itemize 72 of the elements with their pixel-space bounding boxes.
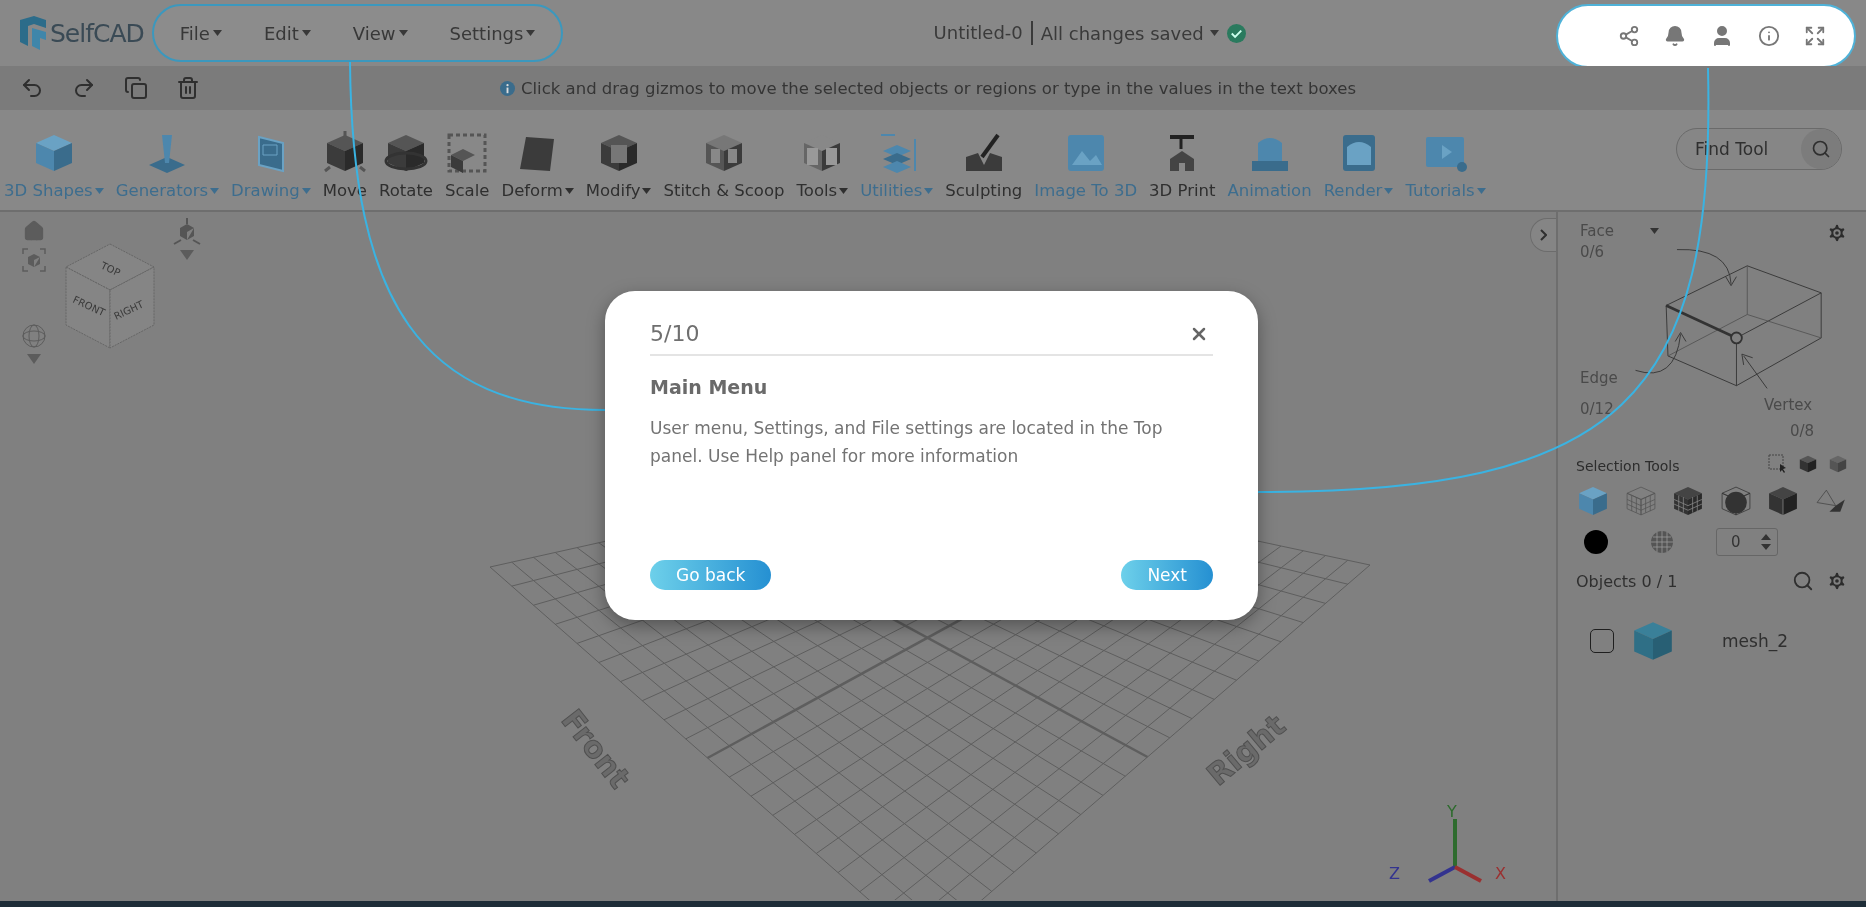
- menu-item[interactable]: View: [344, 18, 416, 48]
- caret-icon: [526, 30, 536, 36]
- tool-button[interactable]: Rotate: [379, 131, 433, 200]
- caret-icon: [212, 30, 222, 36]
- object-checkbox[interactable]: [1590, 629, 1614, 653]
- number-spinner[interactable]: 0: [1716, 528, 1778, 556]
- undo-icon[interactable]: [20, 76, 44, 100]
- back-button[interactable]: Go back: [650, 560, 772, 590]
- home-icon[interactable]: [23, 220, 45, 242]
- wireframe-cube-icon[interactable]: [1623, 484, 1658, 518]
- caret-icon: [301, 187, 311, 194]
- search-icon[interactable]: [1792, 570, 1814, 592]
- caret-icon: [301, 30, 311, 36]
- caret-icon: [1384, 187, 1394, 194]
- objects-title: Objects 0 / 1: [1576, 571, 1679, 591]
- tool-button[interactable]: Stitch & Scoop: [663, 131, 785, 200]
- caret-icon: [1649, 228, 1659, 234]
- info-icon: [500, 80, 515, 96]
- info-icon[interactable]: [1756, 23, 1782, 49]
- caret-icon: [839, 187, 849, 194]
- spinner-arrows-icon[interactable]: [1761, 534, 1771, 550]
- logo-icon: [18, 16, 48, 50]
- cube-axes-icon: [172, 218, 202, 246]
- document-title: Untitled-0: [933, 21, 1033, 45]
- tool-button[interactable]: Deform: [501, 131, 574, 200]
- caret-icon: [1209, 30, 1219, 36]
- focus-icon[interactable]: [22, 248, 46, 272]
- orbit-icon[interactable]: [22, 324, 46, 348]
- menu-item[interactable]: File: [171, 18, 230, 48]
- step-counter: 5/10: [650, 321, 700, 346]
- caret-icon: [94, 187, 104, 194]
- caret-icon[interactable]: [27, 354, 41, 364]
- caret-icon: [642, 187, 652, 194]
- scale-icon: [445, 131, 490, 175]
- sphere-icon[interactable]: [1650, 530, 1674, 554]
- logo-text: SelfCAD: [50, 18, 144, 48]
- box-select-icon[interactable]: [1768, 454, 1788, 474]
- tool-button[interactable]: Tools: [796, 131, 849, 200]
- caret-icon: [180, 250, 194, 260]
- axis-gizmo: Y Z X: [1385, 797, 1525, 901]
- sphere-cube-icon[interactable]: [1718, 484, 1753, 518]
- collapse-button[interactable]: [1530, 218, 1556, 252]
- menu-item[interactable]: Settings: [441, 18, 544, 48]
- move-icon: [322, 131, 367, 175]
- cube-icon[interactable]: [1828, 454, 1848, 474]
- dialog-title: Main Menu: [650, 376, 769, 398]
- cube-icon[interactable]: [1798, 454, 1818, 474]
- copy-icon[interactable]: [124, 76, 148, 100]
- dot-icon[interactable]: [1584, 530, 1608, 554]
- settings-icon[interactable]: [1826, 222, 1848, 244]
- caret-icon: [398, 30, 408, 36]
- save-status[interactable]: All changes saved: [1040, 22, 1219, 44]
- next-button[interactable]: Next: [1121, 560, 1213, 590]
- caret-icon: [564, 187, 574, 194]
- tool-button[interactable]: Modify: [585, 131, 652, 200]
- solid-cube-icon[interactable]: [1576, 484, 1610, 518]
- projection-button[interactable]: [172, 218, 202, 260]
- tool-button[interactable]: Scale: [445, 131, 490, 200]
- object-name[interactable]: mesh_2: [1722, 631, 1788, 651]
- hint-text: Click and drag gizmos to move the selected objects or regions or type in the values in the text boxes: [521, 78, 1357, 98]
- tool-button[interactable]: Sculpting: [945, 131, 1023, 200]
- settings-icon[interactable]: [1826, 570, 1848, 592]
- trash-icon[interactable]: [176, 76, 200, 100]
- tool-button[interactable]: 3D Print: [1149, 131, 1216, 200]
- caret-icon: [1476, 187, 1486, 194]
- caret-icon: [924, 187, 934, 194]
- section-title: Selection Tools: [1576, 458, 1680, 474]
- redo-icon[interactable]: [72, 76, 96, 100]
- caret-icon: [210, 187, 220, 194]
- dialog-text: User menu, Settings, and File settings are located in the Top panel. Use Help panel for more information: [650, 417, 1164, 468]
- chevron-right-icon: [1540, 229, 1547, 241]
- menu-item[interactable]: Edit: [255, 18, 319, 48]
